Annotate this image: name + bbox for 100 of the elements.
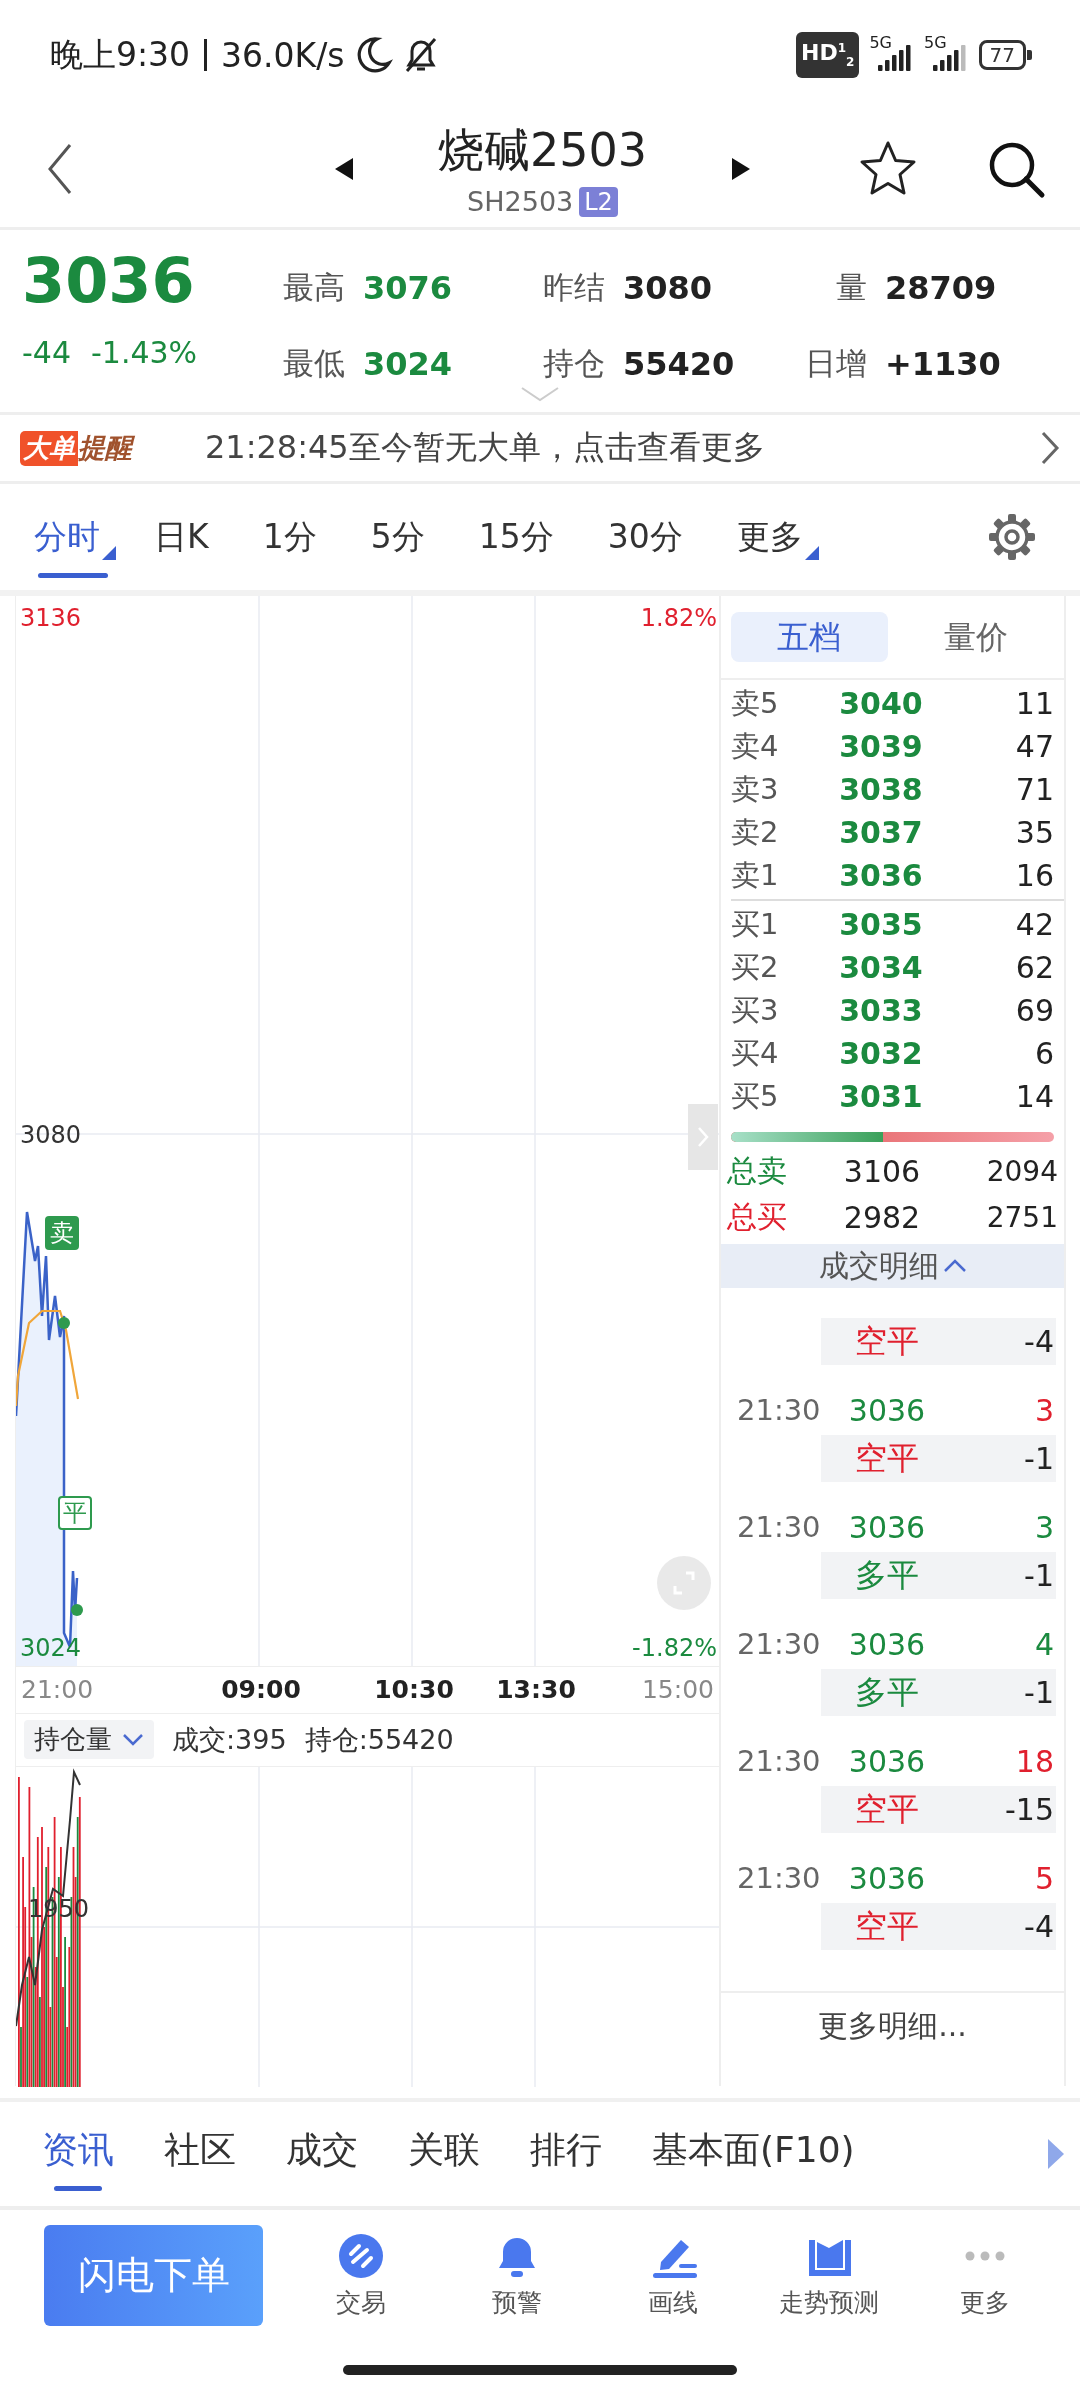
time-axis-label: 13:30 (496, 1675, 576, 1704)
chevron-down-icon (122, 1732, 144, 1747)
axis-label: 3136 (20, 604, 82, 632)
time-axis-label: 10:30 (374, 1675, 454, 1704)
field-value: 3080 (623, 269, 713, 307)
level-price: 3037 (838, 815, 924, 850)
status-time: 晚上9:30 (50, 33, 191, 76)
depth-tab[interactable]: 五档 (731, 612, 888, 662)
chevron-right-icon (1040, 430, 1060, 466)
level-label: 买5 (731, 1077, 780, 1115)
field-value: 28709 (885, 269, 997, 307)
position-change: -1 (1023, 1675, 1054, 1710)
trade-price: 3036 (847, 1743, 927, 1779)
trade-marker: 卖 (45, 1216, 79, 1250)
action-label[interactable]: 交易 (336, 2285, 386, 2319)
info-tab[interactable]: 资讯 (42, 2117, 114, 2191)
position-change: -4 (1023, 1909, 1054, 1944)
axis-label: 3024 (20, 1634, 82, 1662)
trade-type: 多平 (854, 1554, 920, 1596)
trades-header[interactable]: 成交明细 (721, 1244, 1064, 1288)
collapse-handle[interactable] (688, 1104, 718, 1170)
trade-price: 3036 (847, 1860, 927, 1896)
period-tab[interactable]: 15分 (474, 502, 570, 572)
level-quantity: 69 (1014, 993, 1054, 1028)
scroll-right-icon[interactable] (1046, 2137, 1066, 2171)
chevron-up-icon (942, 1259, 967, 1273)
trade-type: 空平 (854, 1905, 920, 1947)
trade-volume: 18 (1014, 1743, 1054, 1779)
time-axis-label: 21:00 (21, 1675, 94, 1704)
trade-type: 空平 (854, 1788, 920, 1830)
settings-icon[interactable] (987, 512, 1037, 562)
total-price: 3106 (842, 1153, 922, 1189)
trade-type: 多平 (854, 1671, 920, 1713)
trade-volume: 4 (1033, 1626, 1054, 1662)
open-interest-reading: 持仓:55420 (304, 1722, 454, 1757)
period-tab[interactable]: 1分 (258, 502, 333, 572)
more-details-link[interactable]: 更多明细... (721, 1993, 1064, 2059)
level-quantity: 14 (1014, 1079, 1054, 1114)
trade-time: 21:30 (737, 1510, 822, 1544)
field-label: 量 (835, 268, 867, 307)
trade-time: 21:30 (737, 1861, 822, 1895)
trade-time: 21:30 (737, 1744, 822, 1778)
expand-chevron-icon[interactable] (520, 386, 560, 402)
level-price: 3032 (838, 1036, 924, 1071)
axis-label: 1.82% (640, 604, 717, 632)
alert-badge: 大单 (20, 430, 78, 466)
level-label: 买4 (731, 1034, 780, 1072)
period-tab[interactable]: 30分 (603, 502, 699, 572)
action-label[interactable]: 走势预测 (779, 2285, 879, 2319)
period-tab[interactable]: 日K (150, 502, 225, 572)
period-tab[interactable]: 5分 (366, 502, 441, 572)
trade-volume: 3 (1033, 1392, 1054, 1428)
marker-dot-icon (58, 1317, 70, 1329)
level-label: 买1 (731, 905, 780, 943)
level-label: 卖3 (731, 770, 780, 808)
action-label[interactable]: 更多 (960, 2285, 1010, 2319)
contract-code: SH2503 (467, 186, 574, 217)
level-label: 卖4 (731, 727, 780, 765)
total-price: 2982 (842, 1199, 922, 1235)
trade-type: 空平 (854, 1320, 920, 1362)
field-label: 持仓 (543, 344, 605, 383)
network-label: 5G (869, 33, 892, 52)
position-change: -1 (1023, 1558, 1054, 1593)
info-tab[interactable]: 关联 (408, 2117, 480, 2191)
level-price: 3038 (838, 772, 924, 807)
action-label[interactable]: 预警 (492, 2285, 542, 2319)
alert-bar[interactable]: 大单提醒 21:28:45至今暂无大单，点击查看更多 (0, 415, 1080, 484)
marker-dot-icon (71, 1604, 83, 1616)
level-quantity: 35 (1014, 815, 1054, 850)
level-label: 买3 (731, 991, 780, 1029)
trade-price: 3036 (847, 1392, 927, 1428)
info-tab[interactable]: 社区 (164, 2117, 236, 2191)
level-label: 卖1 (731, 856, 780, 894)
left-triangle-icon (333, 155, 355, 182)
indicator-dropdown[interactable]: 持仓量 (24, 1720, 154, 1760)
position-change: -4 (1023, 1324, 1054, 1359)
info-tab[interactable]: 排行 (530, 2117, 602, 2191)
total-label: 总卖 (727, 1151, 788, 1190)
total-label: 总买 (727, 1197, 788, 1236)
info-tab[interactable]: 成交 (286, 2117, 358, 2191)
action-label[interactable]: 画线 (648, 2285, 698, 2319)
network-speed: 36.0K/s (221, 35, 345, 75)
total-quantity: 2094 (985, 1154, 1058, 1188)
level-price: 3040 (838, 686, 924, 721)
level-label: 卖5 (731, 684, 780, 722)
period-tab[interactable]: 更多 (732, 502, 819, 572)
time-axis-label: 15:00 (641, 1675, 714, 1704)
contract-title: 烧碱2503 (437, 122, 648, 179)
field-value: 3024 (363, 345, 453, 383)
time-axis-label: 09:00 (221, 1675, 301, 1704)
axis-label: -1.82% (632, 1634, 717, 1662)
trade-icon (337, 2231, 385, 2280)
field-label: 最高 (283, 268, 345, 307)
field-value: 55420 (623, 345, 735, 383)
info-tab[interactable]: 基本面(F10) (652, 2117, 855, 2191)
trade-volume: 5 (1033, 1860, 1054, 1896)
field-value: 3076 (363, 269, 453, 307)
network-label: 5G (923, 33, 947, 52)
depth-tab[interactable]: 量价 (897, 612, 1054, 662)
field-label: 昨结 (543, 268, 605, 307)
